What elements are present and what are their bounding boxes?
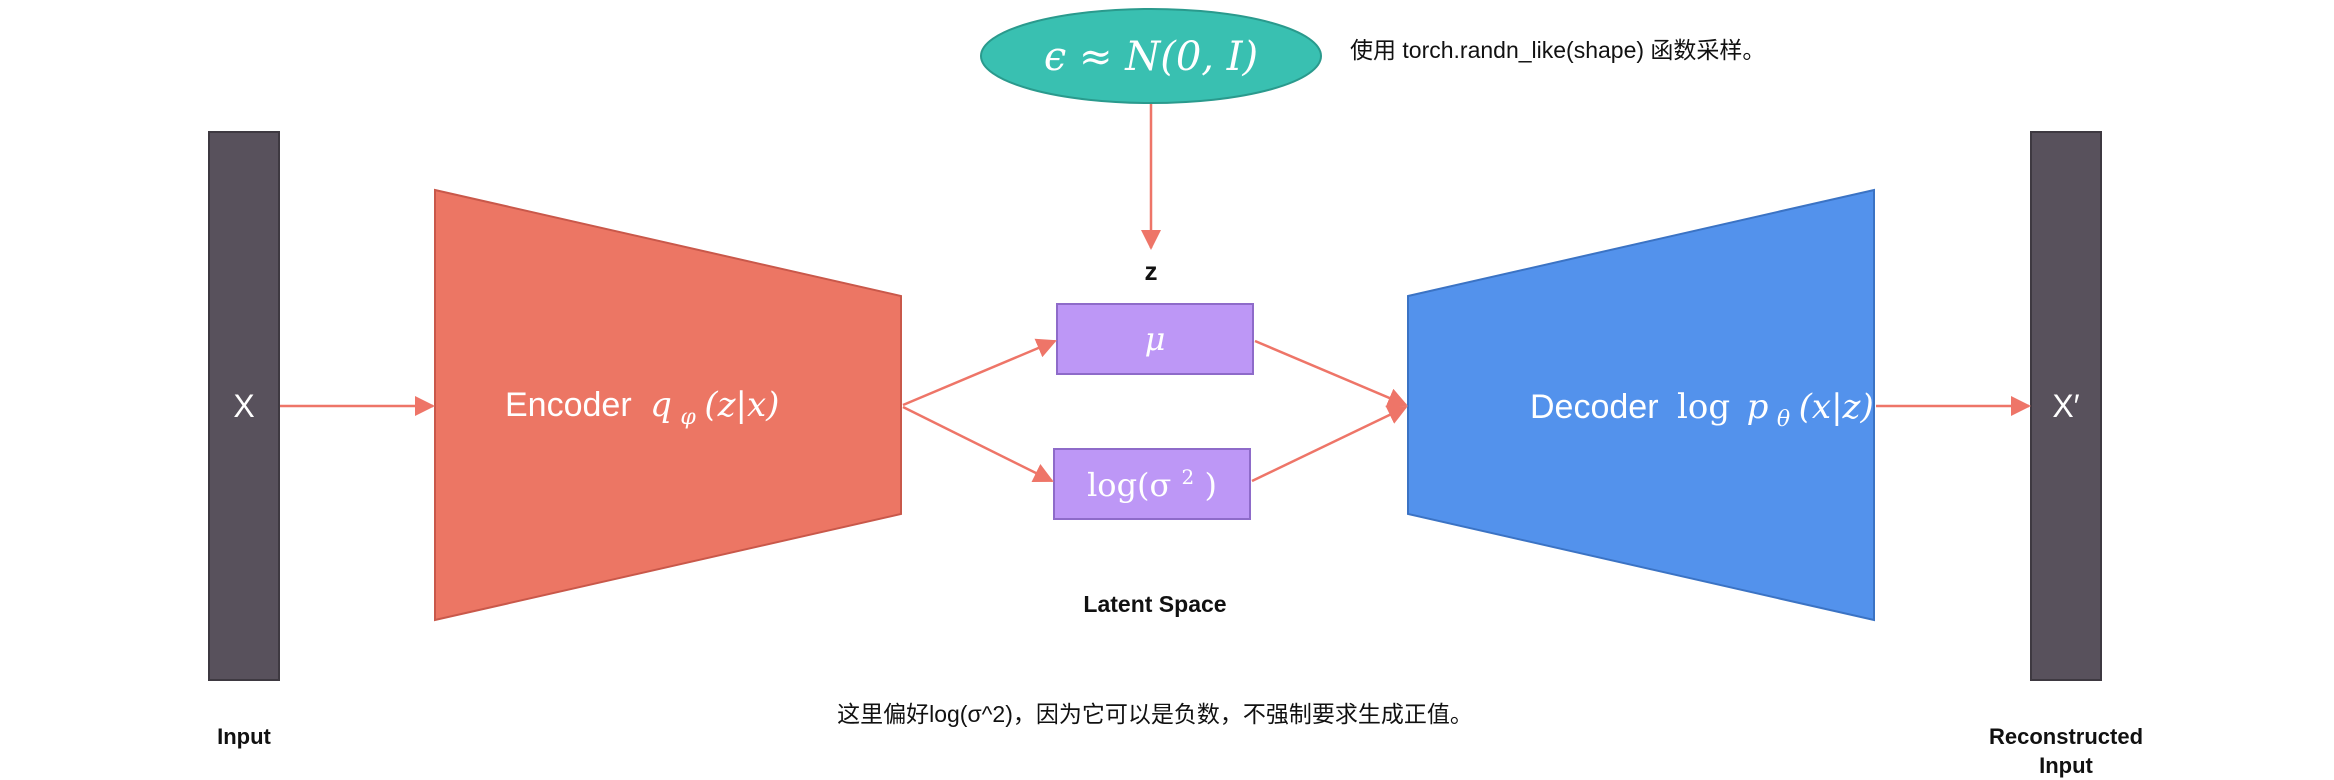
logvar-sup: 2 (1182, 465, 1195, 489)
input-caption: Input (217, 724, 271, 749)
encoder-phi: φ (680, 405, 696, 430)
arrow-encoder-to-mu (902, 338, 1057, 407)
decoder-args: (x|z) (1799, 387, 1874, 427)
encoder-word: Encoder (505, 386, 632, 424)
z-label: z (1145, 256, 1158, 286)
encoder-args: (z|x) (704, 385, 779, 425)
decoder-log: log (1677, 387, 1730, 427)
arrow-encoder-to-logvar (902, 405, 1054, 483)
output-symbol: X′ (2052, 388, 2079, 424)
decoder-p: p (1747, 387, 1769, 427)
decoder-word: Decoder (1530, 388, 1659, 426)
decoder-theta: θ (1777, 407, 1790, 432)
input-symbol: X (233, 388, 254, 424)
mu-label: μ (1145, 320, 1166, 358)
output-caption-line2: Input (2039, 753, 2093, 778)
output-caption-line1: Reconstructed (1989, 724, 2143, 749)
footnote: 这里偏好log(σ^2)，因为它可以是负数，不强制要求生成正值。 (837, 701, 1473, 727)
arrow-logvar-to-decoder (1251, 405, 1408, 483)
noise-formula: ϵ ≈ N(0, I) (1044, 34, 1258, 80)
logvar-close: ) (1204, 466, 1216, 504)
logvar-log: log(σ (1087, 466, 1171, 504)
vae-diagram: X Input X′ Reconstructed Input Encoder q… (208, 8, 2143, 778)
latent-caption: Latent Space (1083, 591, 1226, 617)
arrow-mu-to-decoder (1254, 339, 1408, 408)
encoder-q: q (650, 385, 672, 425)
noise-note: 使用 torch.randn_like(shape) 函数采样。 (1350, 37, 1765, 63)
